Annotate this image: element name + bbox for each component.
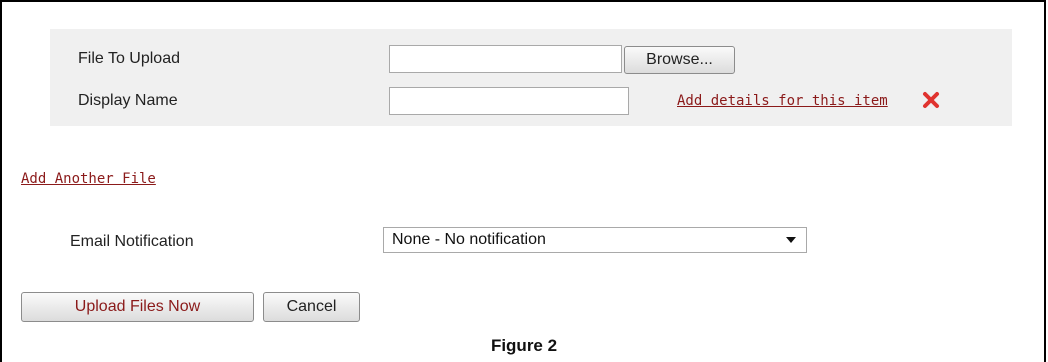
email-notification-label: Email Notification — [70, 233, 194, 250]
browse-button[interactable]: Browse... — [624, 46, 735, 74]
display-name-label: Display Name — [78, 92, 178, 109]
figure-caption: Figure 2 — [490, 336, 558, 355]
cancel-button[interactable]: Cancel — [263, 292, 360, 322]
file-to-upload-label: File To Upload — [78, 50, 180, 67]
chevron-down-icon — [786, 237, 796, 243]
display-name-input[interactable] — [389, 87, 629, 115]
email-notification-value: None - No notification — [392, 231, 546, 248]
file-path-input[interactable] — [389, 45, 622, 73]
add-another-file-link[interactable]: Add Another File — [21, 171, 156, 187]
email-notification-select[interactable]: None - No notification — [383, 227, 807, 253]
upload-files-now-button[interactable]: Upload Files Now — [21, 292, 254, 322]
close-x-icon[interactable] — [920, 89, 942, 111]
add-details-link[interactable]: Add details for this item — [677, 93, 888, 109]
